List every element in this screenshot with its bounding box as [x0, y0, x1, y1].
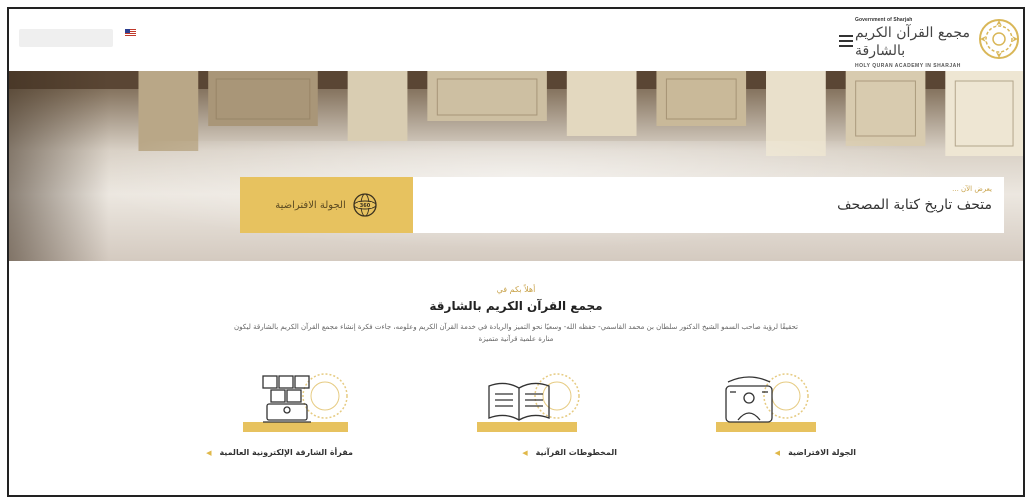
- search-input[interactable]: [19, 29, 113, 47]
- welcome-section: أهلاً بكم في مجمع القرآن الكريم بالشارقة…: [9, 285, 1023, 345]
- virtual-tour-label: الجولة الافتراضية: [275, 199, 346, 211]
- now-showing-card: الجولة الافتراضية 360 يعرض الآن ... متحف…: [240, 177, 1004, 233]
- feature-label: الجولة الافتراضية: [788, 448, 856, 457]
- academy-seal-icon: [979, 19, 1019, 59]
- language-switcher[interactable]: [125, 29, 140, 37]
- logo-english-name: HOLY QURAN ACADEMY IN SHARJAH: [855, 63, 961, 69]
- arrow-left-icon: ◀: [206, 448, 212, 457]
- arrow-left-icon: ◀: [522, 448, 528, 457]
- hero-banner: الجولة الافتراضية 360 يعرض الآن ... متحف…: [9, 71, 1023, 261]
- feature-card-virtual-tour[interactable]: الجولة الافتراضية ◀: [716, 372, 856, 472]
- us-flag-icon: [125, 29, 136, 37]
- welcome-kicker: أهلاً بكم في: [496, 285, 536, 294]
- open-book-icon: [477, 373, 580, 432]
- welcome-title: مجمع القرآن الكريم بالشارقة: [429, 299, 603, 313]
- feature-label: المخطوطات القرآنية: [535, 448, 617, 457]
- logo-arabic-name: مجمع القرآن الكريم بالشارقة: [855, 25, 970, 59]
- 360-globe-icon: 360: [353, 193, 377, 217]
- hamburger-menu-icon[interactable]: [839, 35, 853, 47]
- arrow-left-icon: ◀: [774, 448, 781, 457]
- welcome-description: تحقيقًا لرؤية صاحب السمو الشيخ الدكتور س…: [234, 323, 798, 343]
- feature-card-sharjah-e-reading[interactable]: مقرأة الشارقة الإلكترونية العالمية ◀: [206, 372, 353, 472]
- virtual-tour-button[interactable]: الجولة الافتراضية 360: [240, 177, 413, 233]
- virtual-tour-icon: [716, 373, 816, 432]
- feature-label: مقرأة الشارقة الإلكترونية العالمية: [219, 448, 353, 457]
- site-logo[interactable]: Government of Sharjah مجمع القرآن الكريم…: [855, 17, 1023, 69]
- browser-viewport: Government of Sharjah مجمع القرآن الكريم…: [7, 7, 1025, 497]
- online-reading-icon: [243, 373, 348, 432]
- now-showing-title[interactable]: متحف تاريخ كتابة المصحف: [413, 197, 992, 213]
- logo-government-line: Government of Sharjah: [855, 17, 913, 23]
- now-showing-kicker: يعرض الآن ...: [952, 185, 992, 193]
- now-showing-info: يعرض الآن ... متحف تاريخ كتابة المصحف: [413, 177, 1004, 233]
- svg-text:360: 360: [360, 203, 371, 209]
- site-header: Government of Sharjah مجمع القرآن الكريم…: [9, 9, 1023, 71]
- feature-card-quran-manuscripts[interactable]: المخطوطات القرآنية ◀: [477, 372, 617, 472]
